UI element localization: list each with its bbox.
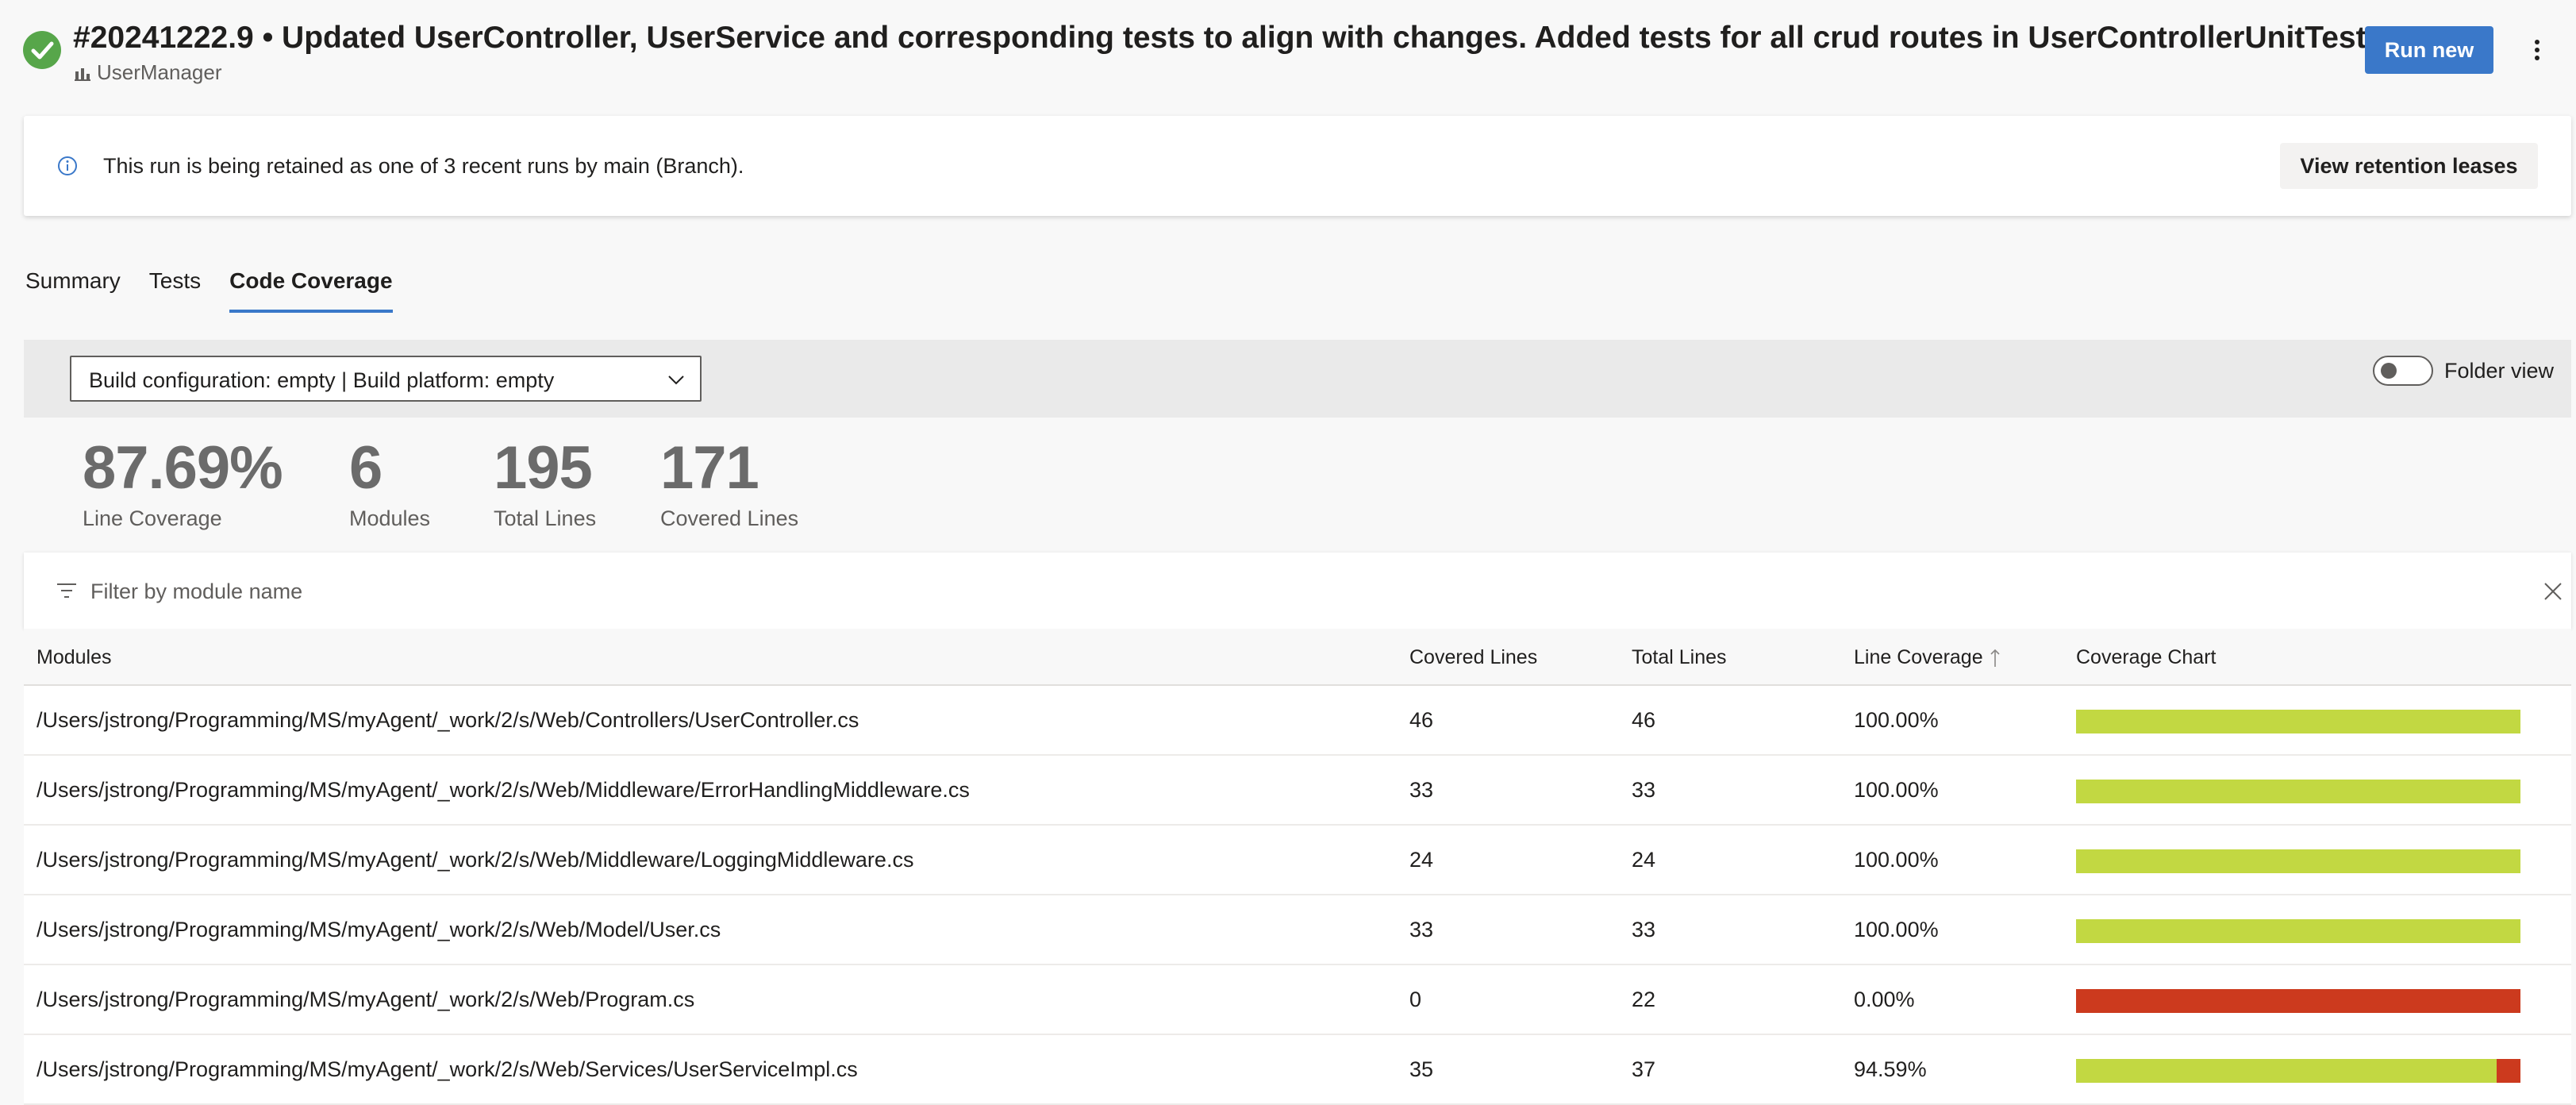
total-lines: 33 bbox=[1632, 918, 1656, 941]
table-row[interactable]: /Users/jstrong/Programming/MS/myAgent/_w… bbox=[24, 895, 2571, 965]
check-circle-icon bbox=[23, 31, 61, 69]
total-lines: 33 bbox=[1632, 778, 1656, 802]
column-header-covered-lines[interactable]: Covered Lines bbox=[1409, 646, 1537, 669]
module-path: /Users/jstrong/Programming/MS/myAgent/_w… bbox=[37, 1057, 858, 1081]
stat-label: Line Coverage bbox=[83, 506, 222, 530]
covered-lines: 33 bbox=[1409, 778, 1434, 802]
covered-lines: 24 bbox=[1409, 848, 1434, 872]
stat-value: 195 bbox=[494, 434, 593, 502]
column-header-label: Line Coverage bbox=[1854, 646, 1983, 668]
coverage-bar-uncovered bbox=[2076, 989, 2520, 1013]
table-row[interactable]: /Users/jstrong/Programming/MS/myAgent/_w… bbox=[24, 756, 2571, 826]
coverage-bar-covered bbox=[2076, 710, 2520, 733]
more-vertical-icon bbox=[2535, 40, 2539, 60]
stat-label: Covered Lines bbox=[660, 506, 799, 530]
line-coverage: 100.00% bbox=[1854, 918, 1939, 941]
coverage-bar bbox=[2076, 780, 2520, 803]
module-path: /Users/jstrong/Programming/MS/myAgent/_w… bbox=[37, 918, 721, 941]
covered-lines: 0 bbox=[1409, 988, 1422, 1011]
line-coverage: 94.59% bbox=[1854, 1057, 1927, 1081]
tab-bar: Summary Tests Code Coverage bbox=[25, 262, 393, 318]
stat-value: 87.69% bbox=[83, 434, 283, 502]
stat-value: 6 bbox=[349, 434, 383, 502]
view-retention-leases-button[interactable]: View retention leases bbox=[2280, 143, 2538, 189]
module-filter-bar bbox=[24, 552, 2571, 629]
table-row[interactable]: /Users/jstrong/Programming/MS/myAgent/_w… bbox=[24, 686, 2571, 756]
pipeline-link[interactable]: UserManager bbox=[73, 60, 222, 85]
stat-label: Modules bbox=[349, 506, 431, 530]
column-header-line-coverage[interactable]: Line Coverage bbox=[1854, 646, 2001, 669]
coverage-toolbar: Build configuration: empty | Build platf… bbox=[24, 340, 2571, 418]
line-coverage: 100.00% bbox=[1854, 708, 1939, 732]
filter-icon bbox=[57, 583, 76, 598]
coverage-bar bbox=[2076, 989, 2520, 1013]
covered-lines: 35 bbox=[1409, 1057, 1434, 1081]
covered-lines: 46 bbox=[1409, 708, 1434, 732]
tab-code-coverage[interactable]: Code Coverage bbox=[229, 262, 393, 313]
run-new-button[interactable]: Run new bbox=[2365, 26, 2493, 74]
run-header: #20241222.9 • Updated UserController, Us… bbox=[0, 0, 2576, 95]
coverage-bar-covered bbox=[2076, 919, 2520, 943]
coverage-bar bbox=[2076, 849, 2520, 873]
stat-modules: 6 Modules bbox=[349, 435, 430, 531]
folder-view-label: Folder view bbox=[2444, 359, 2555, 383]
coverage-bar bbox=[2076, 1059, 2520, 1083]
table-row[interactable]: /Users/jstrong/Programming/MS/myAgent/_w… bbox=[24, 826, 2571, 895]
coverage-bar-uncovered bbox=[2496, 1059, 2520, 1083]
module-path: /Users/jstrong/Programming/MS/myAgent/_w… bbox=[37, 778, 970, 802]
covered-lines: 33 bbox=[1409, 918, 1434, 941]
coverage-bar-covered bbox=[2076, 780, 2520, 803]
stat-value: 171 bbox=[660, 434, 759, 502]
total-lines: 22 bbox=[1632, 988, 1656, 1011]
total-lines: 46 bbox=[1632, 708, 1656, 732]
module-path: /Users/jstrong/Programming/MS/myAgent/_w… bbox=[37, 708, 859, 732]
total-lines: 37 bbox=[1632, 1057, 1656, 1081]
stat-total-lines: 195 Total Lines bbox=[494, 435, 596, 531]
folder-view-toggle[interactable] bbox=[2373, 356, 2433, 386]
chevron-down-icon bbox=[668, 375, 684, 385]
line-coverage: 100.00% bbox=[1854, 778, 1939, 802]
close-icon[interactable] bbox=[2543, 581, 2563, 602]
tab-tests[interactable]: Tests bbox=[149, 262, 201, 313]
retention-banner: This run is being retained as one of 3 r… bbox=[24, 116, 2571, 216]
sort-ascending-icon bbox=[1990, 649, 2000, 667]
line-coverage: 100.00% bbox=[1854, 848, 1939, 872]
line-coverage: 0.00% bbox=[1854, 988, 1915, 1011]
pipeline-icon bbox=[75, 67, 90, 81]
build-configuration-value: Build configuration: empty | Build platf… bbox=[89, 368, 555, 392]
table-header: Modules Covered Lines Total Lines Line C… bbox=[24, 629, 2571, 686]
module-path: /Users/jstrong/Programming/MS/myAgent/_w… bbox=[37, 988, 695, 1011]
total-lines: 24 bbox=[1632, 848, 1656, 872]
coverage-bar-covered bbox=[2076, 849, 2520, 873]
module-path: /Users/jstrong/Programming/MS/myAgent/_w… bbox=[37, 848, 914, 872]
coverage-bar bbox=[2076, 919, 2520, 943]
info-icon bbox=[58, 156, 77, 175]
column-header-coverage-chart: Coverage Chart bbox=[2076, 646, 2217, 668]
stat-covered-lines: 171 Covered Lines bbox=[660, 435, 798, 531]
table-row[interactable]: /Users/jstrong/Programming/MS/myAgent/_w… bbox=[24, 965, 2571, 1035]
column-header-modules[interactable]: Modules bbox=[37, 646, 112, 669]
more-actions-button[interactable] bbox=[2520, 26, 2555, 74]
toggle-knob bbox=[2381, 363, 2397, 379]
coverage-bar-covered bbox=[2076, 1059, 2497, 1083]
page-title: #20241222.9 • Updated UserController, Us… bbox=[73, 21, 2384, 55]
build-configuration-dropdown[interactable]: Build configuration: empty | Build platf… bbox=[70, 356, 702, 402]
table-row[interactable]: /Users/jstrong/Programming/MS/myAgent/_w… bbox=[24, 1035, 2571, 1105]
stat-label: Total Lines bbox=[494, 506, 597, 530]
pipeline-name: UserManager bbox=[97, 60, 222, 84]
tab-summary[interactable]: Summary bbox=[25, 262, 121, 313]
module-filter-input[interactable] bbox=[89, 573, 2393, 610]
coverage-table: Modules Covered Lines Total Lines Line C… bbox=[24, 629, 2571, 1105]
stat-line-coverage: 87.69% Line Coverage bbox=[83, 435, 283, 531]
coverage-bar bbox=[2076, 710, 2520, 733]
column-header-total-lines[interactable]: Total Lines bbox=[1632, 646, 1727, 669]
retention-message: This run is being retained as one of 3 r… bbox=[103, 154, 744, 178]
